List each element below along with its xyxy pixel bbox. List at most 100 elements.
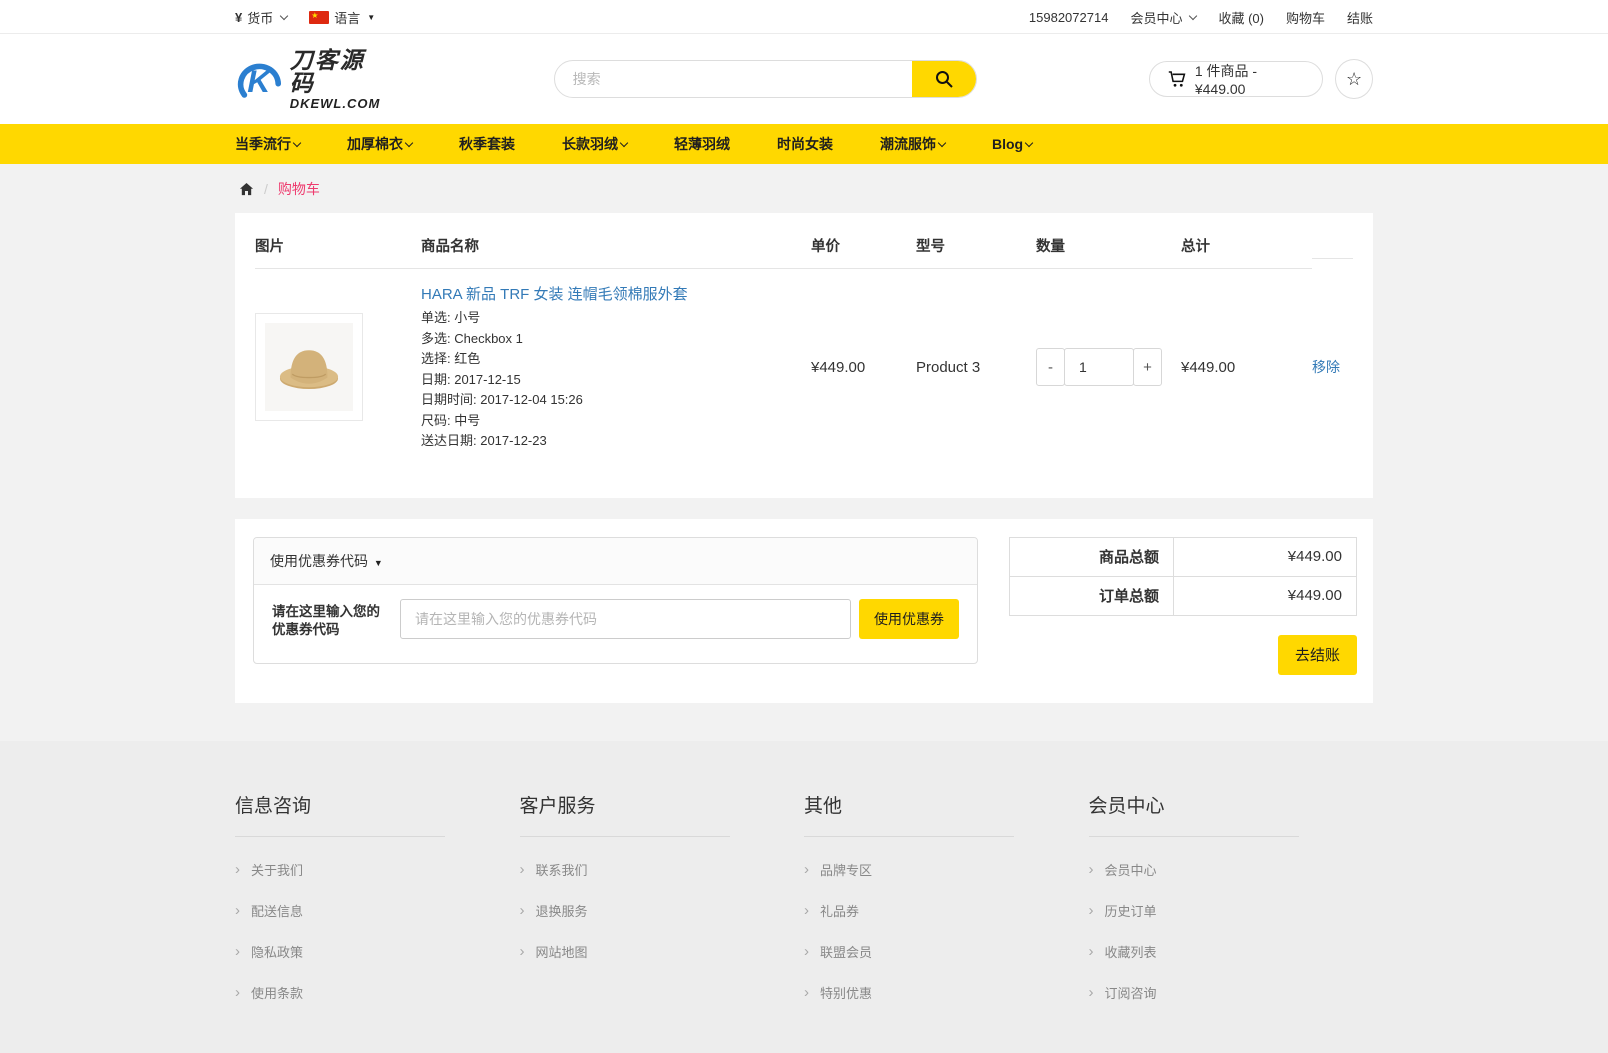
home-icon[interactable] [239,182,254,197]
quantity-decrease-button[interactable]: - [1036,348,1065,386]
checkout-button[interactable]: 去结账 [1278,635,1357,675]
nav-item-trendy[interactable]: 潮流服饰 [880,134,945,154]
totals-row: 商品总额 ¥449.00 [1010,537,1357,576]
language-selector[interactable]: ★ 语言 ▼ [309,8,375,27]
footer-link-delivery[interactable]: ›配送信息 [235,890,520,931]
account-menu[interactable]: 会员中心 [1130,8,1196,27]
chevron-right-icon: › [520,944,525,959]
nav-item-padded-coats[interactable]: 加厚棉衣 [347,134,412,154]
footer-link-returns[interactable]: ›退换服务 [520,890,805,931]
chevron-right-icon: › [520,903,525,918]
divider [804,836,1014,837]
product-option: 日期: 2017-12-15 [421,370,811,391]
search-button[interactable] [912,61,976,97]
logo-mark-icon: K [235,54,286,104]
caret-down-icon: ▼ [367,13,375,22]
svg-text:K: K [247,63,272,99]
header-cart-summary[interactable]: 1 件商品 - ¥449.00 [1149,61,1323,97]
col-total: 总计 [1181,235,1312,269]
footer-heading: 会员中心 [1089,791,1374,818]
china-flag-icon: ★ [309,11,329,24]
footer-link-specials[interactable]: ›特别优惠 [804,972,1089,1013]
nav-item-long-down[interactable]: 长款羽绒 [562,134,627,154]
footer-link-privacy[interactable]: ›隐私政策 [235,931,520,972]
product-option: 送达日期: 2017-12-23 [421,431,811,452]
logo-title: 刀客源码 [290,49,384,95]
footer-link-gift-vouchers[interactable]: ›礼品券 [804,890,1089,931]
chevron-down-icon [938,138,946,146]
quantity-stepper: - + [1036,348,1162,386]
footer-link-wishlist[interactable]: ›收藏列表 [1089,931,1374,972]
footer-link-brands[interactable]: ›品牌专区 [804,849,1089,890]
wishlist-link[interactable]: 收藏 (0) [1218,8,1264,27]
caret-down-icon: ▼ [374,558,383,568]
product-thumbnail[interactable] [255,313,363,421]
cart-link[interactable]: 购物车 [1286,8,1325,27]
nav-item-seasonal[interactable]: 当季流行 [235,134,300,154]
coupon-box: 使用优惠券代码 ▼ 请在这里输入您的优惠券代码 使用优惠券 [253,537,978,664]
product-option: 选择: 红色 [421,349,811,370]
footer-link-account[interactable]: ›会员中心 [1089,849,1374,890]
footer-link-affiliates[interactable]: ›联盟会员 [804,931,1089,972]
coupon-header-label: 使用优惠券代码 [270,553,368,569]
nav-item-women-fashion[interactable]: 时尚女装 [777,134,833,154]
footer-column-service: 客户服务 ›联系我们 ›退换服务 ›网站地图 [520,791,805,1013]
star-icon: ☆ [1346,69,1362,90]
cart-icon [1168,70,1187,88]
chevron-right-icon: › [1089,985,1094,1000]
footer-link-contact[interactable]: ›联系我们 [520,849,805,890]
product-option: 尺码: 中号 [421,411,811,432]
logo-domain: DKEWL.COM [290,97,384,110]
footer-link-order-history[interactable]: ›历史订单 [1089,890,1374,931]
account-label: 会员中心 [1130,8,1182,27]
order-total-value: ¥449.00 [1174,576,1357,615]
chevron-right-icon: › [804,985,809,1000]
chevron-right-icon: › [235,862,240,877]
chevron-right-icon: › [804,903,809,918]
footer-link-sitemap[interactable]: ›网站地图 [520,931,805,972]
chevron-right-icon: › [1089,862,1094,877]
quantity-input[interactable] [1064,348,1134,386]
chevron-right-icon: › [235,903,240,918]
subtotal-value: ¥449.00 [1174,537,1357,576]
chevron-down-icon [620,138,628,146]
footer-heading: 其他 [804,791,1089,818]
cart-item-row: HARA 新品 TRF 女装 连帽毛领棉服外套 单选: 小号 多选: Check… [255,269,1353,452]
nav-item-light-down[interactable]: 轻薄羽绒 [674,134,730,154]
checkout-link[interactable]: 结账 [1347,8,1373,27]
footer-heading: 信息咨询 [235,791,520,818]
footer-link-about[interactable]: ›关于我们 [235,849,520,890]
divider [1089,836,1299,837]
remove-item-link[interactable]: 移除 [1312,359,1340,375]
site-logo[interactable]: K 刀客源码 DKEWL.COM [235,49,384,110]
footer-link-newsletter[interactable]: ›订阅咨询 [1089,972,1374,1013]
footer-link-terms[interactable]: ›使用条款 [235,972,520,1013]
apply-coupon-button[interactable]: 使用优惠券 [859,599,959,639]
wishlist-button[interactable]: ☆ [1335,59,1373,99]
col-model: 型号 [916,235,1036,269]
breadcrumb-current[interactable]: 购物车 [278,179,320,199]
coupon-collapse-toggle[interactable]: 使用优惠券代码 ▼ [254,538,977,585]
nav-item-autumn-sets[interactable]: 秋季套装 [459,134,515,154]
order-totals: 商品总额 ¥449.00 订单总额 ¥449.00 去结账 [1009,537,1357,675]
product-option: 单选: 小号 [421,308,811,329]
product-name-link[interactable]: HARA 新品 TRF 女装 连帽毛领棉服外套 [421,283,688,304]
quantity-increase-button[interactable]: + [1133,348,1162,386]
subtotal-label: 商品总额 [1010,537,1174,576]
divider [235,836,445,837]
language-label: 语言 [334,8,360,27]
breadcrumb-separator: / [264,181,268,197]
chevron-right-icon: › [804,944,809,959]
search-bar [554,60,977,98]
nav-item-blog[interactable]: Blog [992,136,1032,152]
col-quantity: 数量 [1036,235,1181,269]
straw-hat-image [265,323,353,411]
search-input[interactable] [555,61,912,97]
breadcrumb: / 购物车 [235,164,1373,213]
currency-selector[interactable]: ¥ 货币 [235,8,287,27]
chevron-right-icon: › [520,862,525,877]
product-model: Product 3 [916,345,1036,376]
coupon-code-input[interactable] [400,599,851,639]
footer-heading: 客户服务 [520,791,805,818]
site-header: K 刀客源码 DKEWL.COM 1 件商品 - ¥449.00 [0,34,1608,124]
